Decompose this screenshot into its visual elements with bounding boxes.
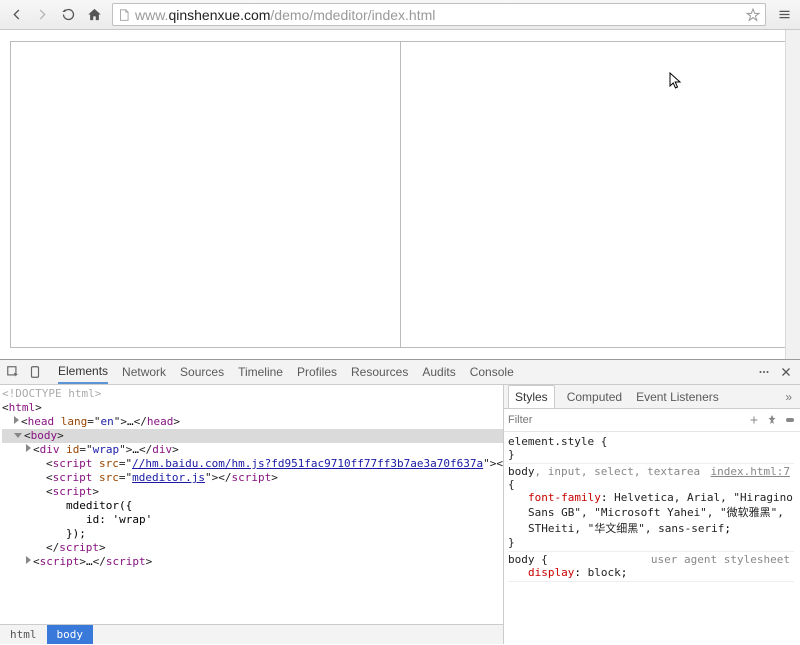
devtools-toolbar: Elements Network Sources Timeline Profil… xyxy=(0,360,800,385)
crumb-body[interactable]: body xyxy=(47,625,94,644)
address-bar[interactable]: www.qinshenxue.com/demo/mdeditor/index.h… xyxy=(112,3,766,26)
inspect-icon[interactable] xyxy=(6,365,20,379)
browser-toolbar: www.qinshenxue.com/demo/mdeditor/index.h… xyxy=(0,0,800,30)
dom-script-mdeditor[interactable]: <script src="mdeditor.js"></script> xyxy=(2,471,503,485)
dom-script-inline-open[interactable]: <script> xyxy=(2,485,503,499)
dom-tree[interactable]: <!DOCTYPE html> <html> <head lang="en">…… xyxy=(0,385,503,624)
styles-tab-computed[interactable]: Computed xyxy=(565,385,624,408)
url-text: www.qinshenxue.com/demo/mdeditor/index.h… xyxy=(135,7,741,23)
tab-elements[interactable]: Elements xyxy=(58,360,108,384)
tab-timeline[interactable]: Timeline xyxy=(238,360,283,384)
rule-source-link[interactable]: index.html:7 xyxy=(711,465,794,478)
devtools-close-icon[interactable] xyxy=(780,366,792,378)
tab-console[interactable]: Console xyxy=(470,360,514,384)
dom-div-wrap[interactable]: <div id="wrap">…</div> xyxy=(2,443,503,457)
styles-tab-styles[interactable]: Styles xyxy=(508,385,555,408)
tab-profiles[interactable]: Profiles xyxy=(297,360,337,384)
dom-inline-2[interactable]: id: 'wrap' xyxy=(2,513,503,527)
dom-breadcrumbs: html body xyxy=(0,624,503,644)
vertical-scrollbar[interactable] xyxy=(785,30,800,359)
styles-tab-listeners[interactable]: Event Listeners xyxy=(634,385,721,408)
styles-panel: Styles Computed Event Listeners element.… xyxy=(504,385,800,644)
pin-icon[interactable] xyxy=(766,414,778,426)
dom-script-inline-close[interactable]: </script> xyxy=(2,541,503,555)
dom-panel: <!DOCTYPE html> <html> <head lang="en">…… xyxy=(0,385,504,644)
tab-audits[interactable]: Audits xyxy=(422,360,455,384)
bookmark-star-icon[interactable] xyxy=(745,7,761,23)
editor-pane-right xyxy=(400,42,790,347)
dom-inline-3[interactable]: }); xyxy=(2,527,503,541)
dom-inline-1[interactable]: mdeditor({ xyxy=(2,499,503,513)
styles-rules[interactable]: element.style { } index.html:7 body, inp… xyxy=(504,432,800,644)
rule-ua-body[interactable]: user agent stylesheet body { display: bl… xyxy=(508,552,794,582)
tab-network[interactable]: Network xyxy=(122,360,166,384)
device-mode-icon[interactable] xyxy=(28,365,42,379)
dom-head[interactable]: <head lang="en">…</head> xyxy=(2,415,503,429)
tab-resources[interactable]: Resources xyxy=(351,360,408,384)
toggle-state-icon[interactable] xyxy=(784,414,796,426)
dom-doctype[interactable]: <!DOCTYPE html> xyxy=(2,387,503,401)
dom-body-open[interactable]: <body> xyxy=(2,429,503,443)
devtools-more-icon[interactable] xyxy=(758,366,770,378)
styles-tabs: Styles Computed Event Listeners xyxy=(504,385,800,409)
dom-html-open[interactable]: <html> xyxy=(2,401,503,415)
menu-button[interactable] xyxy=(772,3,796,27)
styles-tab-more[interactable] xyxy=(783,385,794,408)
page-icon xyxy=(117,7,131,23)
dom-script-collapsed[interactable]: <script>…</script> xyxy=(2,555,503,569)
tab-sources[interactable]: Sources xyxy=(180,360,224,384)
rule-body-font[interactable]: index.html:7 body, input, select, textar… xyxy=(508,464,794,552)
editor-pane-left[interactable] xyxy=(11,42,400,347)
styles-filter-input[interactable] xyxy=(508,414,742,426)
crumb-html[interactable]: html xyxy=(0,625,47,644)
rule-source-ua: user agent stylesheet xyxy=(651,553,794,566)
forward-button[interactable] xyxy=(30,3,54,27)
back-button[interactable] xyxy=(4,3,28,27)
dom-script-baidu-open[interactable]: <script src="//hm.baidu.com/hm.js?fd951f… xyxy=(2,457,503,471)
devtools: Elements Network Sources Timeline Profil… xyxy=(0,360,800,644)
reload-button[interactable] xyxy=(56,3,80,27)
home-button[interactable] xyxy=(82,3,106,27)
devtools-tabs: Elements Network Sources Timeline Profil… xyxy=(58,360,514,384)
page-viewport xyxy=(0,30,800,360)
new-rule-icon[interactable] xyxy=(748,414,760,426)
rule-element-style[interactable]: element.style { } xyxy=(508,434,794,464)
styles-filter-row xyxy=(504,409,800,432)
